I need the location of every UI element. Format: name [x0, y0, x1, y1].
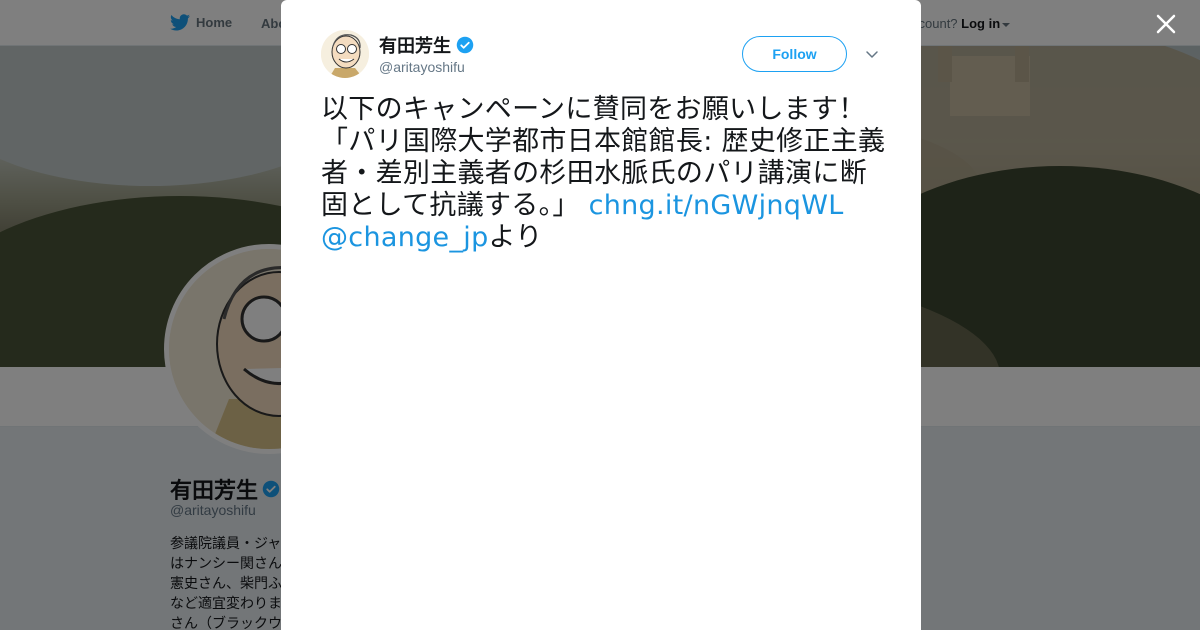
- tweet-text: 以下のキャンペーンに賛同をお願いします！「パリ国際大学都市日本館館長: 歴史修正…: [321, 94, 886, 254]
- tweet-author-avatar[interactable]: [321, 30, 369, 78]
- caricature-avatar-image: [321, 30, 369, 78]
- follow-button[interactable]: Follow: [742, 36, 847, 72]
- close-icon[interactable]: [1152, 10, 1180, 38]
- tweet-mention[interactable]: @change_jp: [321, 222, 489, 253]
- tweet-modal: 有田芳生 @aritayoshifu Follow 以下のキャンペーンに賛同をお…: [281, 0, 921, 630]
- tweet-author-handle[interactable]: @aritayoshifu: [379, 59, 465, 75]
- tweet-author-name-text: 有田芳生: [379, 36, 451, 56]
- verified-badge-icon: [456, 36, 474, 54]
- tweet-author-name[interactable]: 有田芳生: [379, 32, 474, 58]
- tweet-suffix: より: [488, 222, 543, 253]
- chevron-down-icon[interactable]: [865, 47, 879, 61]
- tweet-link[interactable]: chng.it/nGWjnqWL: [589, 190, 844, 221]
